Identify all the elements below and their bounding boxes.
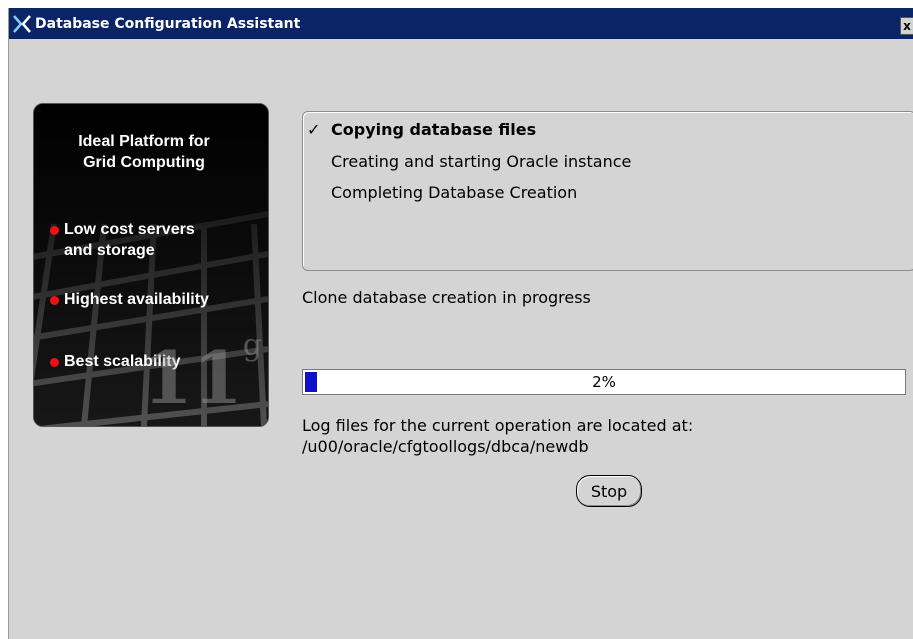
promo-panel: Ideal Platform for Grid Computing Low co…: [33, 103, 269, 427]
progress-bar: 2%: [302, 369, 906, 395]
steps-panel: ✓ Copying database files Creating and st…: [302, 111, 913, 271]
step-creating-instance: Creating and starting Oracle instance: [331, 152, 632, 171]
log-info: Log files for the current operation are …: [302, 415, 693, 457]
close-button[interactable]: x: [900, 17, 913, 35]
bullet-dot-icon: [50, 226, 59, 235]
checkmark-icon: ✓: [307, 120, 321, 139]
promo-item-low-cost: Low cost servers and storage: [64, 221, 195, 259]
window-title: Database Configuration Assistant: [35, 15, 301, 32]
app-x-icon: [9, 8, 35, 39]
oracle-11g-logo: 11g: [142, 328, 262, 420]
log-path: /u00/oracle/cfgtoollogs/dbca/newdb: [302, 437, 589, 456]
step-copying-files: Copying database files: [331, 120, 537, 139]
promo-title: Ideal Platform for Grid Computing: [78, 133, 210, 171]
progress-percent-label: 2%: [592, 373, 616, 391]
dbca-window: Database Configuration Assistant x Ideal…: [8, 8, 913, 639]
stop-button[interactable]: Stop: [576, 475, 642, 507]
close-icon: x: [903, 19, 911, 33]
status-message: Clone database creation in progress: [302, 288, 591, 307]
title-bar[interactable]: Database Configuration Assistant x: [9, 8, 913, 39]
step-completing-creation: Completing Database Creation: [331, 183, 578, 202]
bullet-dot-icon: [50, 296, 59, 305]
promo-item-availability: Highest availability: [64, 291, 209, 308]
bullet-dot-icon: [50, 358, 59, 367]
log-info-label: Log files for the current operation are …: [302, 416, 694, 435]
